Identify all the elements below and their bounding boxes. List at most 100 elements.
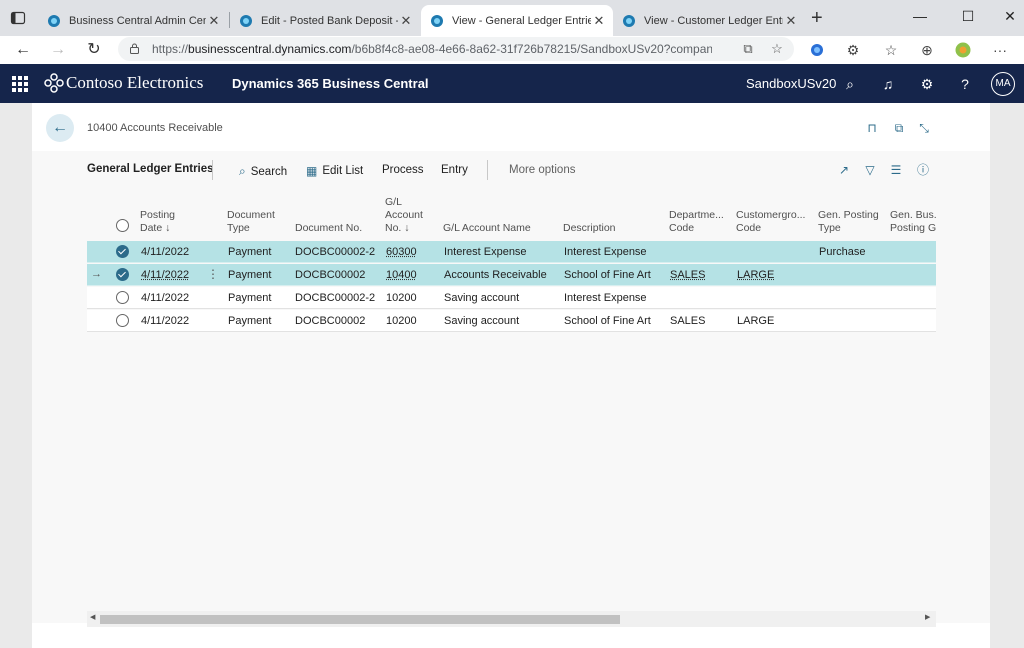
cell-posting-date[interactable]: 4/11/2022 [141, 269, 189, 281]
cell-gl-account-no[interactable]: 10200 [386, 315, 417, 327]
close-icon[interactable]: ✕ [783, 13, 799, 29]
column-header-label: G/L Account No. ↓ [385, 196, 423, 234]
edit-list-label: Edit List [322, 165, 364, 177]
column-header-posting-date[interactable]: Posting Date ↓ [140, 195, 210, 239]
collections-icon[interactable]: ⊕ [916, 39, 938, 61]
browser-tab-admin-center[interactable]: Business Central Admin Center ✕ [38, 5, 228, 36]
product-name: Dynamics 365 Business Central [232, 76, 429, 91]
bell-icon[interactable]: ♫ [878, 74, 898, 94]
column-header-gen-bus-posting-group[interactable]: Gen. Bus. Posting Gro [890, 195, 936, 239]
avatar[interactable]: MA [991, 72, 1015, 96]
cell-gen-posting-type: Purchase [819, 246, 866, 258]
table-row[interactable]: → 4/11/2022 ⋮ Payment DOCBC00002 10400 A… [87, 264, 936, 286]
column-header-gl-account-no[interactable]: G/L Account No. ↓ [385, 195, 429, 239]
new-tab-icon[interactable]: + [811, 8, 823, 28]
cell-department-code[interactable]: SALES [670, 269, 705, 281]
more-options-button[interactable]: More options [509, 164, 575, 176]
app-launcher-icon[interactable] [12, 76, 28, 92]
row-checkbox[interactable] [116, 245, 129, 258]
cell-gl-account-no[interactable]: 60300 [386, 246, 417, 258]
url-host: businesscentral.dynamics.com [188, 42, 352, 56]
cell-document-type: Payment [228, 246, 272, 258]
table-row[interactable]: 4/11/2022 Payment DOCBC00002-2 10200 Sav… [87, 287, 936, 309]
browser-tab-gl-entries[interactable]: View - General Ledger Entries - 1 ✕ [421, 5, 613, 36]
page-caption: 10400 Accounts Receivable [87, 122, 223, 134]
row-checkbox[interactable] [116, 268, 129, 281]
entry-menu[interactable]: Entry [441, 164, 468, 176]
process-menu[interactable]: Process [382, 164, 424, 176]
column-header-document-no[interactable]: Document No. [295, 195, 375, 239]
search-icon[interactable]: ⌕ [840, 74, 860, 94]
more-icon[interactable]: ··· [989, 39, 1011, 61]
forward-icon[interactable]: → [47, 39, 69, 61]
account-icon[interactable] [952, 39, 974, 61]
list-view-icon[interactable]: ☰ [888, 162, 904, 178]
row-checkbox[interactable] [116, 291, 129, 304]
search-icon: ⌕ [239, 164, 246, 178]
profile-icon[interactable] [806, 39, 828, 61]
url-text[interactable]: https://businesscentral.dynamics.com/b6b… [152, 42, 712, 56]
cell-customergroup-code[interactable]: LARGE [737, 269, 774, 281]
favorite-add-icon[interactable]: ☆ [769, 41, 785, 57]
tab-title: View - General Ledger Entries - 1 [452, 14, 591, 27]
minimize-icon[interactable]: — [910, 8, 930, 24]
back-arrow-icon[interactable]: ← [46, 114, 74, 142]
page-backdrop-right [990, 103, 1024, 648]
refresh-icon[interactable]: ↻ [83, 39, 105, 61]
column-header-department-code[interactable]: Departme... Code [669, 195, 727, 239]
extensions-icon[interactable]: ⚙ [842, 39, 864, 61]
table-row[interactable]: 4/11/2022 Payment DOCBC00002-2 60300 Int… [87, 241, 936, 263]
scrollbar-thumb[interactable] [100, 615, 620, 624]
maximize-icon[interactable]: ☐ [958, 8, 978, 25]
close-icon[interactable]: ✕ [591, 13, 607, 29]
row-actions-icon[interactable]: ⋮ [207, 267, 219, 281]
back-icon[interactable]: ← [12, 39, 34, 61]
cell-gl-account-no[interactable]: 10400 [386, 269, 417, 281]
reading-view-icon[interactable]: ⧉ [740, 41, 756, 57]
table-row[interactable]: 4/11/2022 Payment DOCBC00002 10200 Savin… [87, 310, 936, 332]
cell-gl-account-name: Interest Expense [444, 246, 527, 258]
cell-description: Interest Expense [564, 292, 647, 304]
scroll-left-icon[interactable]: ◀ [90, 613, 95, 621]
select-all-checkbox[interactable] [116, 219, 129, 232]
help-icon[interactable]: ? [955, 74, 975, 94]
lock-icon[interactable] [130, 43, 139, 54]
browser-toolbar: ← → ↻ https://businesscentral.dynamics.c… [0, 36, 1024, 64]
info-icon[interactable]: ⓘ [915, 162, 931, 178]
column-header-gen-posting-type[interactable]: Gen. Posting Type [818, 195, 882, 239]
column-header-gl-account-name[interactable]: G/L Account Name [443, 195, 553, 239]
action-bar: General Ledger Entries ⌕ Search ▦ Edit Lis… [32, 151, 990, 191]
bookmark-icon[interactable]: ⊓ [864, 120, 880, 136]
list-title[interactable]: General Ledger Entries [87, 163, 214, 175]
tab-actions-icon[interactable] [10, 10, 26, 26]
horizontal-scrollbar[interactable]: ◀ ▶ [87, 611, 936, 627]
gear-icon[interactable]: ⚙ [917, 74, 937, 94]
column-header-customergroup-code[interactable]: Customergro... Code [736, 195, 810, 239]
row-checkbox[interactable] [116, 314, 129, 327]
current-row-arrow-icon: → [91, 268, 102, 280]
address-bar[interactable]: https://businesscentral.dynamics.com/b6b… [118, 37, 794, 61]
column-header-description[interactable]: Description [563, 195, 653, 239]
search-button[interactable]: ⌕ Search [239, 164, 287, 179]
column-header-document-type[interactable]: Document Type [227, 195, 287, 239]
edit-list-button[interactable]: ▦ Edit List [306, 164, 363, 178]
open-new-window-icon[interactable]: ⧉ [891, 120, 907, 136]
favorites-icon[interactable]: ☆ [880, 39, 902, 61]
scroll-right-icon[interactable]: ▶ [925, 613, 930, 621]
page-backdrop-left [0, 103, 32, 648]
share-icon[interactable]: ↗ [836, 162, 852, 178]
cell-posting-date: 4/11/2022 [141, 246, 190, 258]
bc-favicon-icon [623, 14, 635, 27]
close-icon[interactable]: ✕ [398, 13, 414, 29]
url-path: /b6b8f4c8-ae08-4e66-8a62-31f726b78215/Sa… [351, 42, 712, 56]
browser-tab-bank-deposit[interactable]: Edit - Posted Bank Deposit - BDC ✕ [230, 5, 420, 36]
browser-tab-customer-ledger[interactable]: View - Customer Ledger Entries ✕ [613, 5, 805, 36]
brand-name[interactable]: Contoso Electronics [66, 73, 203, 93]
window-close-icon[interactable]: ✕ [1000, 8, 1020, 25]
column-header-label: Document No. [295, 222, 363, 234]
close-icon[interactable]: ✕ [206, 13, 222, 29]
cell-gl-account-no[interactable]: 10200 [386, 292, 417, 304]
collapse-icon[interactable]: ⤡ [916, 120, 932, 136]
cell-description: School of Fine Art [564, 315, 651, 327]
filter-icon[interactable]: ▽ [862, 162, 878, 178]
